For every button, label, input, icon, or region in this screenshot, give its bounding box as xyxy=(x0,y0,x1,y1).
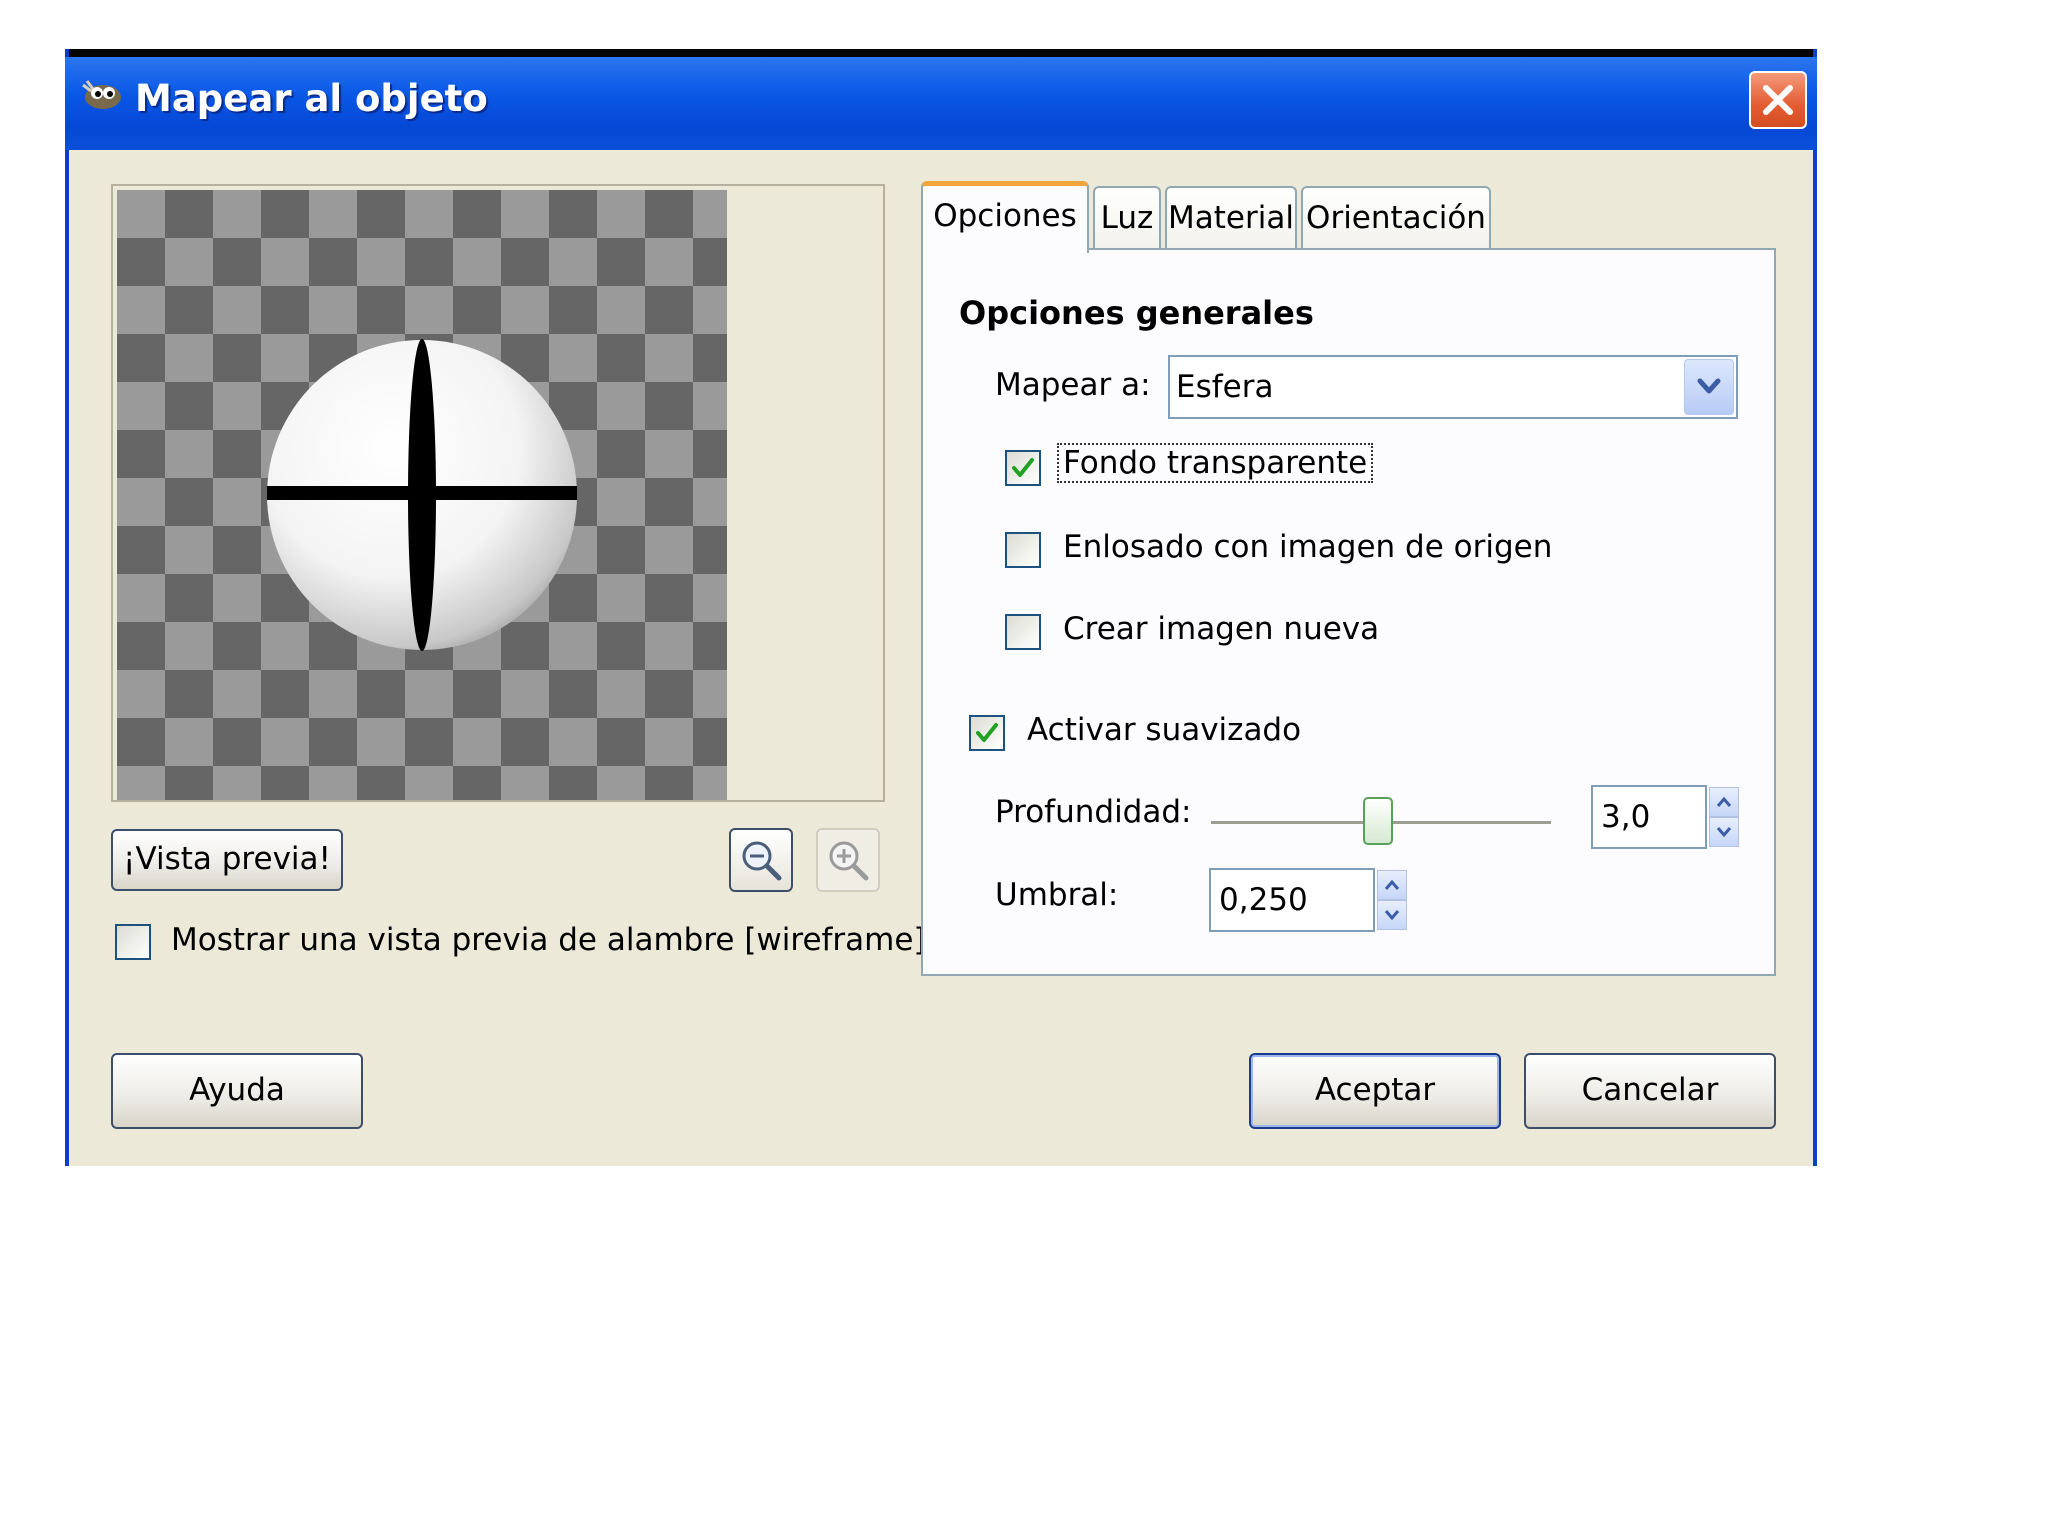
map-to-dropdown[interactable]: Esfera xyxy=(1168,355,1738,419)
create-new-image-checkbox[interactable] xyxy=(1005,614,1041,650)
chevron-down-icon xyxy=(1716,827,1732,838)
depth-spin-input[interactable]: 3,0 xyxy=(1591,785,1707,849)
map-object-dialog: Mapear al objeto ¡Vista previa! Mostrar … xyxy=(65,49,1817,1166)
map-to-value: Esfera xyxy=(1176,369,1274,405)
depth-spin-buttons[interactable] xyxy=(1709,787,1739,847)
preview-area xyxy=(111,184,885,802)
wireframe-label: Mostrar una vista previa de alambre [wir… xyxy=(171,922,926,958)
zoom-out-icon xyxy=(742,841,782,881)
map-to-label: Mapear a: xyxy=(995,367,1151,403)
antialiasing-checkbox[interactable] xyxy=(969,715,1005,751)
checkmark-icon xyxy=(1012,458,1034,477)
wireframe-checkbox[interactable] xyxy=(115,924,151,960)
tab-options[interactable]: Opciones xyxy=(921,181,1089,253)
antialiasing-label: Activar suavizado xyxy=(1027,712,1302,748)
window-title: Mapear al objeto xyxy=(135,77,488,120)
zoom-in-button[interactable] xyxy=(816,828,880,892)
threshold-spin-buttons[interactable] xyxy=(1377,870,1407,930)
threshold-spin-input[interactable]: 0,250 xyxy=(1209,868,1375,932)
depth-increment-button[interactable] xyxy=(1709,787,1739,817)
depth-label: Profundidad: xyxy=(995,794,1192,830)
depth-value: 3,0 xyxy=(1601,799,1651,835)
threshold-decrement-button[interactable] xyxy=(1377,900,1407,930)
chevron-up-icon xyxy=(1384,879,1400,890)
chevron-down-icon xyxy=(1384,910,1400,921)
ok-button[interactable]: Aceptar xyxy=(1249,1053,1501,1129)
gimp-app-icon xyxy=(82,80,121,109)
depth-slider-thumb[interactable] xyxy=(1363,797,1393,845)
transparent-background-label: Fondo transparente xyxy=(1057,443,1374,483)
zoom-in-icon xyxy=(829,841,869,881)
depth-decrement-button[interactable] xyxy=(1709,817,1739,847)
tab-light[interactable]: Luz xyxy=(1093,186,1161,248)
tile-source-image-checkbox[interactable] xyxy=(1005,532,1041,568)
help-button[interactable]: Ayuda xyxy=(111,1053,363,1129)
tab-orientation[interactable]: Orientación xyxy=(1301,186,1491,248)
threshold-increment-button[interactable] xyxy=(1377,870,1407,900)
zoom-out-button[interactable] xyxy=(729,828,793,892)
preview-checkerboard xyxy=(117,190,727,800)
dropdown-arrow-button[interactable] xyxy=(1684,359,1734,415)
window-top-edge xyxy=(69,49,1813,57)
preview-sphere-image xyxy=(267,339,577,651)
close-button[interactable] xyxy=(1749,71,1807,129)
chevron-up-icon xyxy=(1716,796,1732,807)
tile-source-image-label: Enlosado con imagen de origen xyxy=(1063,529,1553,565)
general-options-heading: Opciones generales xyxy=(959,294,1314,332)
threshold-label: Umbral: xyxy=(995,877,1119,913)
preview-button[interactable]: ¡Vista previa! xyxy=(111,829,343,891)
close-icon xyxy=(1763,85,1793,115)
chevron-down-icon xyxy=(1697,378,1721,394)
tab-material[interactable]: Material xyxy=(1165,186,1297,248)
create-new-image-label: Crear imagen nueva xyxy=(1063,611,1380,647)
transparent-background-checkbox[interactable] xyxy=(1005,450,1041,486)
threshold-value: 0,250 xyxy=(1219,882,1308,918)
title-bar[interactable]: Mapear al objeto xyxy=(65,57,1817,150)
checkmark-icon xyxy=(976,723,998,742)
cancel-button[interactable]: Cancelar xyxy=(1524,1053,1776,1129)
